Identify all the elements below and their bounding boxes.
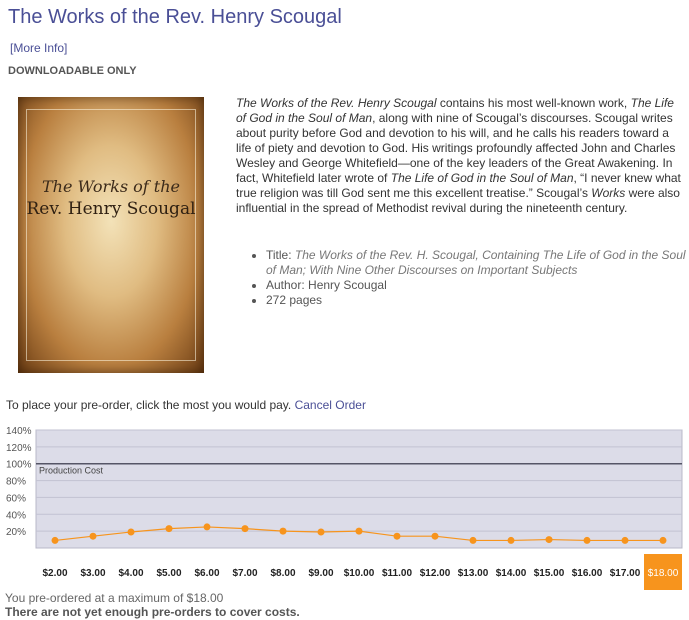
description-text: contains his most well-known work, (436, 96, 631, 110)
price-option[interactable]: $12.00 (420, 568, 451, 579)
detail-pages: 272 pages (266, 293, 689, 308)
data-point (355, 527, 363, 535)
preorder-instructions: To place your pre-order, click the most … (6, 398, 366, 412)
book-details-list: Title: The Works of the Rev. H. Scougal,… (250, 248, 689, 308)
price-option[interactable]: $5.00 (156, 568, 181, 579)
availability-label: DOWNLOADABLE ONLY (8, 65, 137, 77)
book-cover-image: The Works of the Rev. Henry Scougal (18, 97, 204, 373)
y-tick-label: 80% (6, 477, 26, 488)
data-point (279, 527, 287, 535)
price-option[interactable]: $3.00 (80, 568, 105, 579)
data-point (165, 525, 173, 533)
data-point (583, 536, 591, 544)
data-point (317, 528, 325, 536)
price-option[interactable]: $15.00 (534, 568, 565, 579)
price-option[interactable]: $6.00 (194, 568, 219, 579)
cover-title-line1: The Works of the (41, 177, 180, 196)
detail-title-label: Title: (266, 248, 295, 262)
data-point (203, 523, 211, 531)
cost-coverage-note: There are not yet enough pre-orders to c… (5, 605, 300, 619)
price-option[interactable]: $17.00 (610, 568, 641, 579)
preorder-max-status: You pre-ordered at a maximum of $18.00 (5, 591, 224, 605)
description-work-title: The Life of God in the Soul of Man (390, 171, 574, 185)
y-tick-label: 40% (6, 510, 26, 521)
cancel-order-link[interactable]: Cancel Order (295, 398, 366, 412)
data-point (659, 536, 667, 544)
price-option[interactable]: $2.00 (42, 568, 67, 579)
price-option[interactable]: $11.00 (382, 568, 412, 579)
price-option[interactable]: $10.00 (344, 568, 375, 579)
y-tick-label: 120% (6, 443, 32, 454)
description-works-title: Works (591, 186, 626, 200)
book-description: The Works of the Rev. Henry Scougal cont… (236, 96, 682, 216)
data-point (545, 536, 553, 544)
description-book-title: The Works of the Rev. Henry Scougal (236, 96, 437, 110)
detail-title: Title: The Works of the Rev. H. Scougal,… (266, 248, 689, 278)
detail-title-value: The Works of the Rev. H. Scougal, Contai… (266, 248, 686, 277)
price-option[interactable]: $14.00 (496, 568, 527, 579)
data-point (507, 536, 515, 544)
price-option[interactable]: $18.00 (648, 568, 679, 579)
price-option[interactable]: $9.00 (308, 568, 333, 579)
data-point (431, 532, 439, 540)
y-tick-label: 140% (6, 426, 32, 437)
y-tick-label: 60% (6, 493, 26, 504)
price-option[interactable]: $7.00 (232, 568, 257, 579)
data-point (393, 532, 401, 540)
data-point (621, 536, 629, 544)
data-point (127, 528, 135, 536)
data-point (469, 536, 477, 544)
data-point (51, 536, 59, 544)
more-info-link[interactable]: [More Info] (10, 41, 67, 55)
price-option[interactable]: $16.00 (572, 568, 603, 579)
price-option[interactable]: $13.00 (458, 568, 489, 579)
preorder-prompt: To place your pre-order, click the most … (6, 398, 292, 412)
detail-author: Author: Henry Scougal (266, 278, 689, 293)
data-point (241, 525, 249, 533)
preorder-price-chart[interactable]: 20% 40% 60% 80% 100% 120% 140% Production Cost $… (0, 418, 689, 590)
cover-title-line2: Rev. Henry Scougal (26, 199, 196, 219)
cover-frame (26, 109, 196, 361)
page-title: The Works of the Rev. Henry Scougal (8, 6, 342, 28)
price-option[interactable]: $4.00 (118, 568, 143, 579)
price-option[interactable]: $8.00 (270, 568, 295, 579)
data-point (89, 532, 97, 540)
y-tick-label: 20% (6, 527, 26, 538)
y-tick-label: 100% (6, 460, 32, 471)
production-cost-label: Production Cost (39, 466, 104, 476)
